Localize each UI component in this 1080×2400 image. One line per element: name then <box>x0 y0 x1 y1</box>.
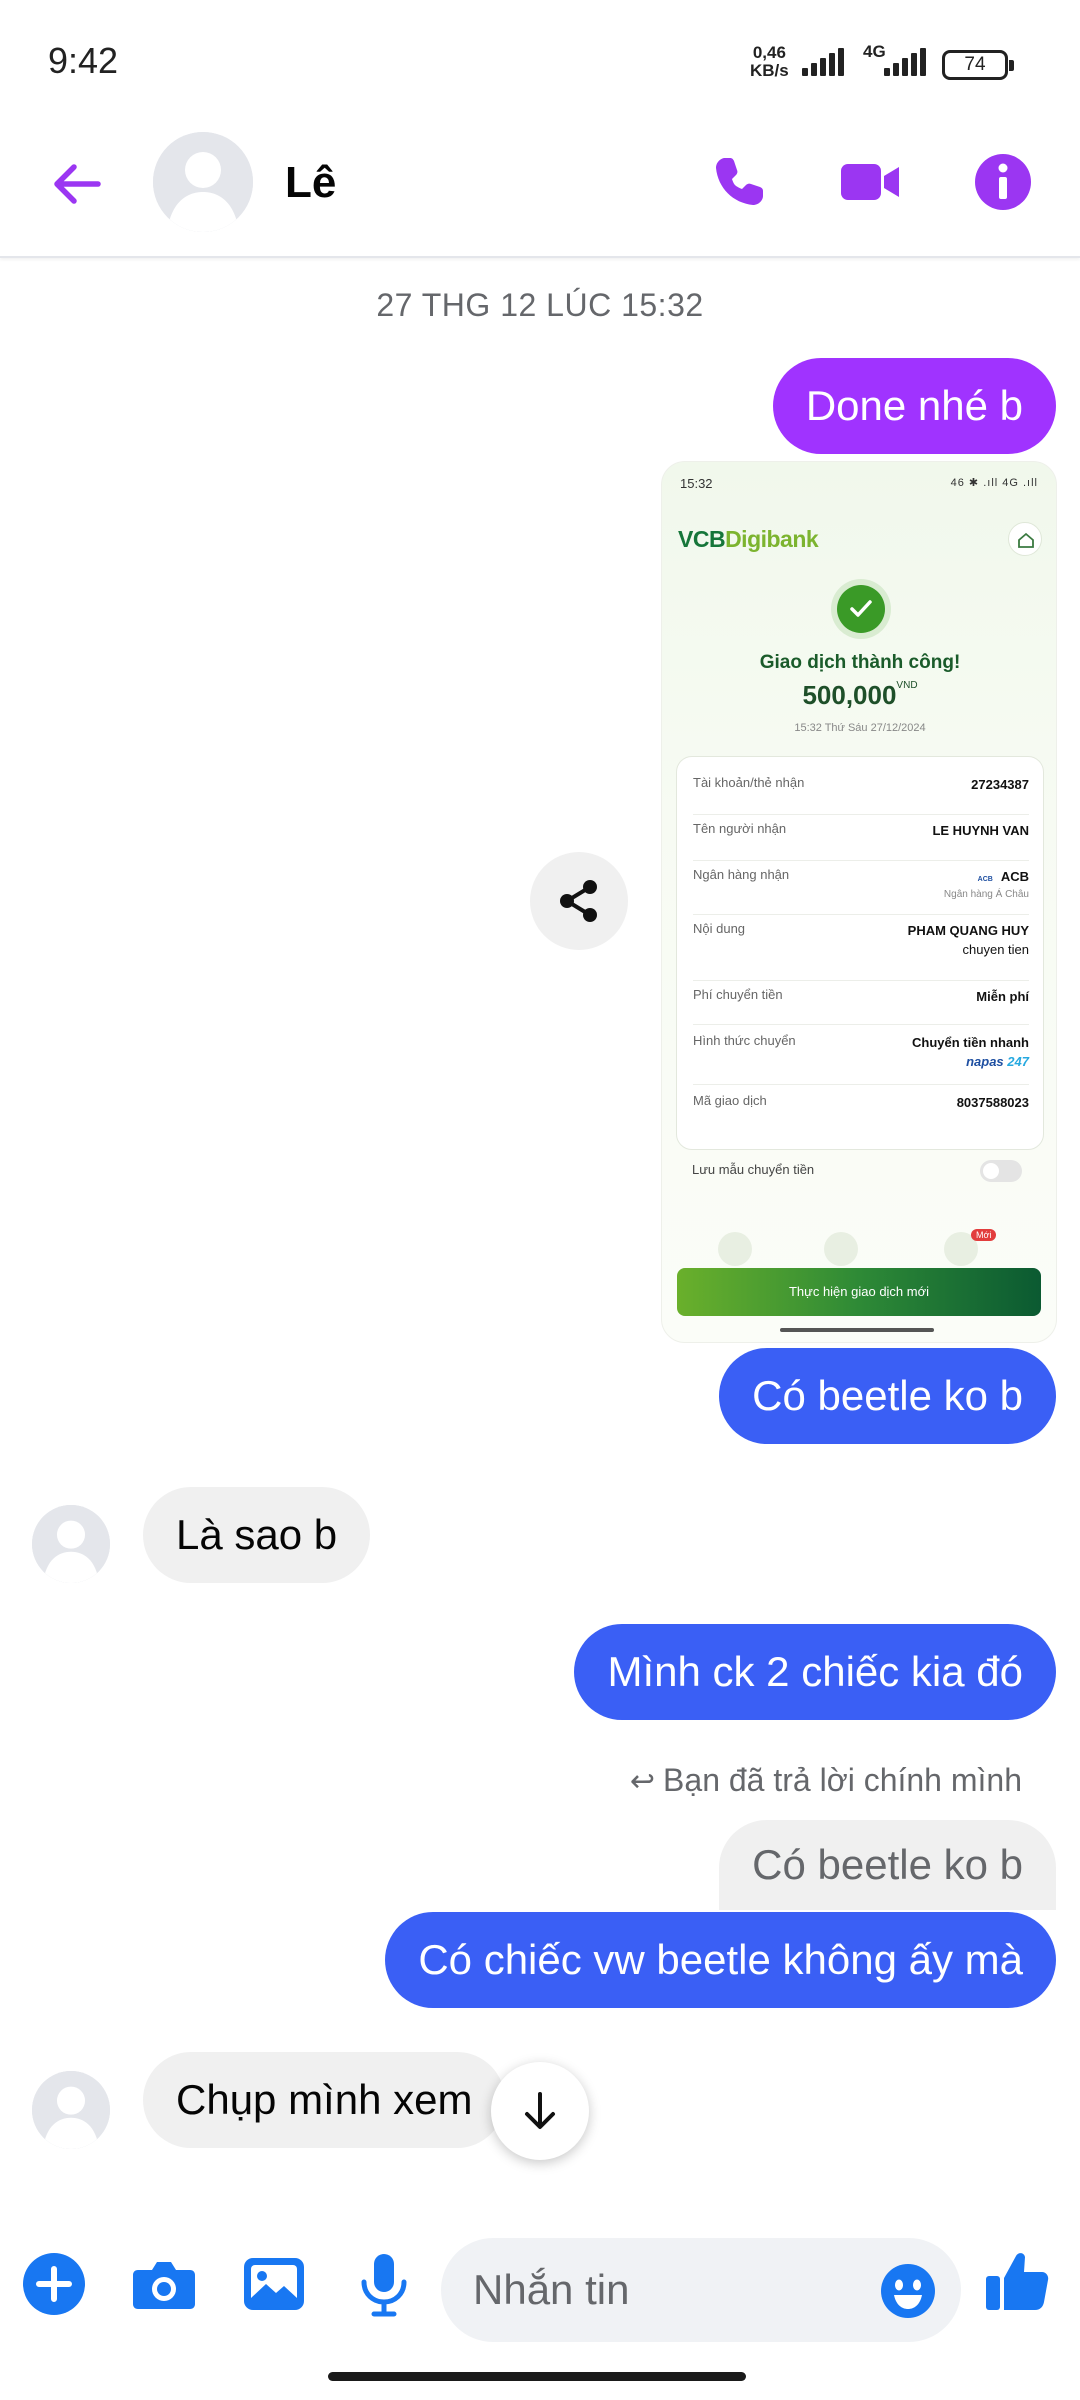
brand-digibank: Digibank <box>725 526 819 552</box>
acb-logo: ACB <box>977 876 993 883</box>
receipt-row-label: Phí chuyển tiền <box>693 987 783 1002</box>
receipt-row-value: Miễn phí <box>976 989 1029 1004</box>
status-time: 9:42 <box>48 40 119 81</box>
receipt-row-account: Tài khoản/thẻ nhận 27234387 <box>693 775 1029 815</box>
network-speed: 0,46 KB/s <box>750 44 789 80</box>
receipt-row-label: Tên người nhận <box>693 821 787 836</box>
receipt-row-value: LE HUYNH VAN <box>932 823 1029 838</box>
incoming-message[interactable]: Chụp mình xem <box>143 2052 506 2148</box>
receipt-row-label: Tài khoản/thẻ nhận <box>693 775 805 790</box>
contact-name[interactable]: Lê <box>285 158 336 208</box>
camera-icon[interactable] <box>128 2248 200 2320</box>
brand-vcb: VCB <box>678 526 726 552</box>
share-icon <box>560 880 597 922</box>
reply-arrow-icon: ↩ <box>629 1765 656 1798</box>
receipt-row-value: Chuyển tiền nhanh napas 247 <box>912 1033 1029 1071</box>
plus-icon[interactable] <box>18 2248 90 2320</box>
receipt-status-time: 15:32 <box>680 476 713 491</box>
video-camera-icon[interactable] <box>838 150 902 214</box>
receipt-datetime: 15:32 Thứ Sáu 27/12/2024 <box>794 722 926 734</box>
message-input[interactable]: Nhắn tin <box>441 2238 961 2342</box>
receipt-row-content: Nội dung PHAM QUANG HUY chuyen tien <box>693 921 1029 981</box>
receipt-row-value: PHAM QUANG HUY chuyen tien <box>908 921 1029 959</box>
contact-avatar-small[interactable] <box>32 1505 110 1583</box>
receipt-amount-value: 500,000 <box>802 680 897 710</box>
receipt-bank-code: ACB <box>1000 869 1029 884</box>
receipt-home-icon <box>1008 522 1042 556</box>
quoted-message[interactable]: Có beetle ko b <box>719 1820 1056 1910</box>
microphone-icon[interactable] <box>348 2248 420 2320</box>
receipt-row-recipient: Tên người nhận LE HUYNH VAN <box>693 821 1029 861</box>
receipt-row-value: 27234387 <box>971 777 1029 792</box>
receipt-row-method: Hình thức chuyển Chuyển tiền nhanh napas … <box>693 1033 1029 1085</box>
message-input-placeholder: Nhắn tin <box>473 2266 630 2313</box>
contact-avatar[interactable] <box>153 132 253 232</box>
receipt-row-label: Mã giao dịch <box>693 1093 767 1108</box>
receipt-row-bank: Ngân hàng nhận ACB ACB Ngân hàng Á Châu <box>693 867 1029 915</box>
receipt-row-value: 8037588023 <box>956 1095 1029 1110</box>
scroll-to-bottom-button[interactable] <box>491 2062 589 2160</box>
napas-logo: napas 247 <box>912 1052 1029 1071</box>
reply-indicator: ↩ Bạn đã trả lời chính mình <box>630 1762 1022 1799</box>
receipt-status-icons: 46 ✱ .ıll 4G .ıll <box>950 477 1038 489</box>
thumbs-up-icon[interactable] <box>982 2246 1054 2318</box>
outgoing-message[interactable]: Có beetle ko b <box>719 1348 1056 1444</box>
share-button[interactable] <box>530 852 628 950</box>
receipt-details-card: Tài khoản/thẻ nhận 27234387 Tên người nh… <box>676 756 1044 1150</box>
napas-logo-number: 247 <box>1007 1054 1029 1069</box>
receipt-method-text: Chuyển tiền nhanh <box>912 1035 1029 1050</box>
receipt-bank-fullname: Ngân hàng Á Châu <box>943 889 1029 900</box>
receipt-content-line2: chuyen tien <box>962 942 1030 957</box>
network-speed-unit: KB/s <box>750 61 789 80</box>
chat-header: Lê <box>0 120 1080 258</box>
incoming-message[interactable]: Là sao b <box>143 1487 371 1583</box>
gallery-icon[interactable] <box>238 2248 310 2320</box>
network-speed-value: 0,46 <box>752 43 786 62</box>
receipt-share-icon <box>718 1232 752 1266</box>
receipt-home-indicator <box>780 1328 934 1332</box>
receipt-save-template: Lưu mẫu chuyển tiền <box>692 1162 815 1177</box>
home-indicator <box>328 2372 746 2381</box>
arrow-down-icon <box>525 2092 555 2129</box>
napas-logo-text: napas <box>966 1054 1004 1069</box>
receipt-row-label: Nội dung <box>693 921 746 936</box>
battery-icon: 74 <box>942 50 1014 80</box>
receipt-row-value: ACB ACB <box>978 867 1029 889</box>
receipt-amount: 500,000VND <box>662 680 1056 711</box>
conversation-timestamp: 27 THG 12 LÚC 15:32 <box>376 287 704 323</box>
status-bar: 9:42 0,46 KB/s 4G 74 <box>0 0 1080 120</box>
success-check-icon <box>837 585 885 633</box>
receipt-success-text: Giao dịch thành công! <box>759 652 961 673</box>
shared-image-transfer-receipt[interactable]: 15:32 46 ✱ .ıll 4G .ıll VCBDigibank Giao… <box>661 461 1057 1343</box>
receipt-row-label: Ngân hàng nhận <box>693 867 790 882</box>
receipt-currency: VND <box>896 680 918 691</box>
receipt-new-transaction-button: Thực hiện giao dịch mới <box>677 1268 1041 1316</box>
back-arrow-icon[interactable] <box>46 154 106 214</box>
receipt-new-badge: Mới <box>971 1229 997 1241</box>
receipt-image-icon <box>824 1232 858 1266</box>
receipt-content-line1: PHAM QUANG HUY <box>907 923 1029 938</box>
outgoing-message[interactable]: Có chiếc vw beetle không ấy mà <box>385 1912 1056 2008</box>
info-icon[interactable] <box>971 150 1035 214</box>
receipt-row-label: Hình thức chuyển <box>693 1033 796 1048</box>
receipt-save-toggle <box>980 1160 1022 1182</box>
wifi-signal-icon <box>802 46 852 76</box>
cell-signal-icon <box>878 46 928 76</box>
phone-icon[interactable] <box>707 150 771 214</box>
receipt-row-transaction-id: Mã giao dịch 8037588023 <box>693 1093 1029 1133</box>
receipt-row-fee: Phí chuyển tiền Miễn phí <box>693 987 1029 1025</box>
vcb-digibank-logo: VCBDigibank <box>678 526 819 553</box>
emoji-icon[interactable] <box>879 2262 937 2320</box>
contact-avatar-small[interactable] <box>32 2071 110 2149</box>
reply-indicator-text: Bạn đã trả lời chính mình <box>663 1762 1022 1798</box>
outgoing-message[interactable]: Done nhé b <box>772 358 1056 454</box>
outgoing-message[interactable]: Mình ck 2 chiếc kia đó <box>574 1624 1056 1720</box>
